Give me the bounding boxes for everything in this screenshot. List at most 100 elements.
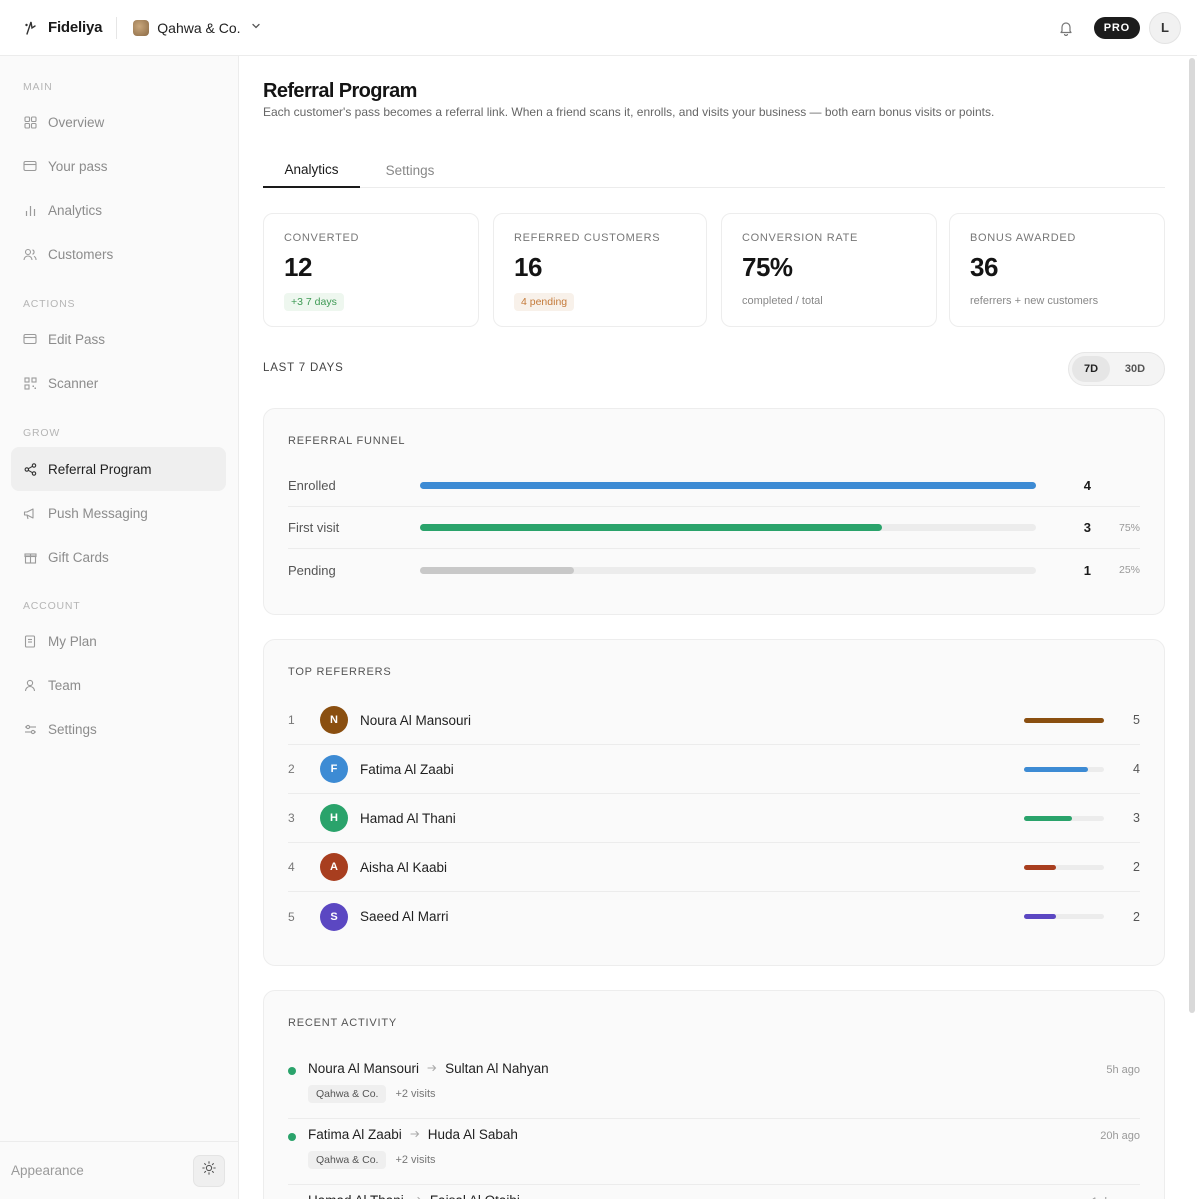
referrer-row[interactable]: 3 H Hamad Al Thani 3 bbox=[288, 794, 1140, 843]
range-option-30d[interactable]: 30D bbox=[1110, 356, 1160, 382]
card-title: REFERRAL FUNNEL bbox=[288, 435, 406, 447]
stat-card-referred-customers: REFERRED CUSTOMERS 16 4 pending bbox=[493, 213, 707, 327]
range-toggle: 7D 30D bbox=[1068, 352, 1165, 386]
funnel-row: Pending 1 25% bbox=[288, 549, 1140, 591]
stat-note: completed / total bbox=[742, 295, 823, 307]
sidebar-item-team[interactable]: Team bbox=[11, 663, 226, 707]
sidebar-item-label: Customers bbox=[48, 246, 114, 262]
stat-label: CONVERTED bbox=[284, 232, 360, 244]
sidebar-item-label: Overview bbox=[48, 114, 105, 130]
funnel-label: First visit bbox=[288, 520, 340, 535]
bell-icon[interactable] bbox=[1056, 18, 1076, 38]
referrer-row[interactable]: 5 S Saeed Al Marri 2 bbox=[288, 892, 1140, 941]
referrer-bar-track bbox=[1024, 717, 1104, 723]
sun-icon bbox=[202, 1161, 216, 1180]
business-name: Qahwa & Co. bbox=[157, 19, 241, 36]
card-title: RECENT ACTIVITY bbox=[288, 1017, 397, 1029]
activity-time: 20h ago bbox=[1100, 1130, 1140, 1142]
scrollbar[interactable] bbox=[1189, 58, 1195, 1013]
status-dot bbox=[288, 1067, 296, 1075]
sidebar-footer: Appearance bbox=[0, 1141, 239, 1199]
referral-funnel-card: REFERRAL FUNNEL Enrolled 4 First visit 3… bbox=[263, 408, 1165, 615]
activity-row[interactable]: Hamad Al ThaniFaisal Al Otaibi1 day ago bbox=[288, 1185, 1140, 1199]
qr-icon bbox=[23, 376, 37, 390]
activity-title: Hamad Al Thani Faisal Al Otaibi bbox=[308, 1193, 520, 1199]
sidebar-item-scanner[interactable]: Scanner bbox=[11, 361, 226, 405]
sidebar-item-label: Your pass bbox=[48, 158, 108, 174]
activity-row[interactable]: Fatima Al Zaabi Huda Al Sabah Qahwa & Co. +… bbox=[288, 1119, 1140, 1185]
activity-row[interactable]: Noura Al Mansouri Sultan Al Nahyan Qahwa &… bbox=[288, 1053, 1140, 1119]
reward-text: +2 visits bbox=[395, 1088, 436, 1100]
top-referrers-card: TOP REFERRERS 1 N Noura Al Mansouri 5 2 F Fati… bbox=[263, 639, 1165, 966]
referrer-rank: 5 bbox=[288, 909, 295, 924]
referred-name: Sultan Al Nahyan bbox=[445, 1061, 549, 1076]
users-icon bbox=[23, 247, 37, 261]
referrer-bar-track bbox=[1024, 914, 1104, 919]
business-avatar bbox=[133, 19, 150, 36]
theme-toggle-button[interactable] bbox=[193, 1154, 225, 1187]
stat-card-conversion-rate: CONVERSION RATE 75% completed / total bbox=[721, 213, 937, 327]
range-option-7d[interactable]: 7D bbox=[1072, 356, 1110, 382]
plan-badge[interactable]: PRO bbox=[1093, 16, 1140, 39]
arrow-right-icon bbox=[412, 1194, 422, 1199]
card-icon bbox=[23, 159, 37, 173]
referrer-row[interactable]: 2 F Fatima Al Zaabi 4 bbox=[288, 745, 1140, 794]
arrow-right-icon bbox=[427, 1062, 437, 1076]
sidebar-item-analytics[interactable]: Analytics bbox=[11, 188, 226, 232]
funnel-count: 1 bbox=[1083, 562, 1091, 578]
referrer-count: 2 bbox=[1133, 909, 1140, 924]
sidebar-item-push-messaging[interactable]: Push Messaging bbox=[11, 491, 226, 535]
sidebar-item-label: Referral Program bbox=[48, 461, 152, 477]
tab-settings[interactable]: Settings bbox=[360, 152, 460, 188]
referrer-row[interactable]: 1 N Noura Al Mansouri 5 bbox=[288, 696, 1140, 745]
card-icon bbox=[23, 332, 37, 346]
section-label-account: ACCOUNT bbox=[23, 600, 81, 612]
referrer-rank: 2 bbox=[288, 762, 295, 776]
funnel-bar-track bbox=[420, 482, 1036, 489]
sidebar-item-overview[interactable]: Overview bbox=[11, 100, 226, 144]
sidebar-item-label: My Plan bbox=[48, 633, 97, 649]
sidebar-item-my-plan[interactable]: My Plan bbox=[11, 619, 226, 663]
referrer-name: Hamad Al Thani bbox=[360, 810, 456, 826]
funnel-row: First visit 3 75% bbox=[288, 507, 1140, 549]
referrer-count: 5 bbox=[1133, 713, 1140, 727]
business-tag: Qahwa & Co. bbox=[308, 1085, 387, 1103]
referrer-name: Fatima Al Zaabi bbox=[308, 1127, 402, 1142]
referrer-avatar: H bbox=[320, 804, 348, 832]
funnel-percent: 75% bbox=[1118, 521, 1140, 534]
sidebar-item-referral-program[interactable]: Referral Program bbox=[11, 447, 226, 491]
sidebar-item-edit-pass[interactable]: Edit Pass bbox=[11, 317, 226, 361]
stat-card-converted: CONVERTED 12 +3 7 days bbox=[263, 213, 479, 327]
stat-value: 12 bbox=[284, 252, 312, 282]
main-content: Referral Program Each customer's pass be… bbox=[239, 56, 1197, 1199]
referrer-avatar: S bbox=[320, 902, 348, 931]
stat-change-badge: +3 7 days bbox=[284, 293, 344, 311]
reward-text: +2 visits bbox=[395, 1154, 436, 1166]
sidebar-item-gift-cards[interactable]: Gift Cards bbox=[11, 535, 226, 579]
recent-activity-card: RECENT ACTIVITY Noura Al Mansouri Sultan … bbox=[263, 990, 1165, 1199]
sliders-icon bbox=[23, 722, 37, 736]
user-avatar[interactable]: L bbox=[1149, 11, 1181, 44]
business-switcher[interactable]: Qahwa & Co. bbox=[133, 19, 260, 36]
sidebar-item-label: Scanner bbox=[48, 375, 99, 391]
sidebar-item-label: Edit Pass bbox=[48, 331, 106, 347]
sidebar-item-settings[interactable]: Settings bbox=[11, 707, 226, 751]
brand[interactable]: Fideliya bbox=[22, 19, 102, 37]
section-label-main: MAIN bbox=[23, 81, 53, 93]
sidebar-item-customers[interactable]: Customers bbox=[11, 232, 226, 276]
referrer-count: 4 bbox=[1133, 762, 1140, 776]
page-subtitle: Each customer's pass becomes a referral … bbox=[263, 105, 995, 119]
funnel-label: Enrolled bbox=[288, 478, 336, 493]
funnel-bar-fill bbox=[420, 482, 1036, 489]
referrer-rank: 1 bbox=[288, 713, 295, 727]
tab-analytics[interactable]: Analytics bbox=[263, 152, 360, 188]
referrer-row[interactable]: 4 A Aisha Al Kaabi 2 bbox=[288, 843, 1140, 892]
range-label: LAST 7 DAYS bbox=[263, 362, 344, 374]
referred-name: Huda Al Sabah bbox=[427, 1127, 518, 1142]
brand-name: Fideliya bbox=[48, 19, 103, 36]
sidebar-item-your-pass[interactable]: Your pass bbox=[11, 144, 226, 188]
funnel-bar-track bbox=[420, 566, 1036, 574]
stat-pending-badge: 4 pending bbox=[514, 293, 575, 311]
megaphone-icon bbox=[23, 506, 37, 520]
stat-card-bonus-awarded: BONUS AWARDED 36 referrers + new custome… bbox=[949, 213, 1165, 327]
